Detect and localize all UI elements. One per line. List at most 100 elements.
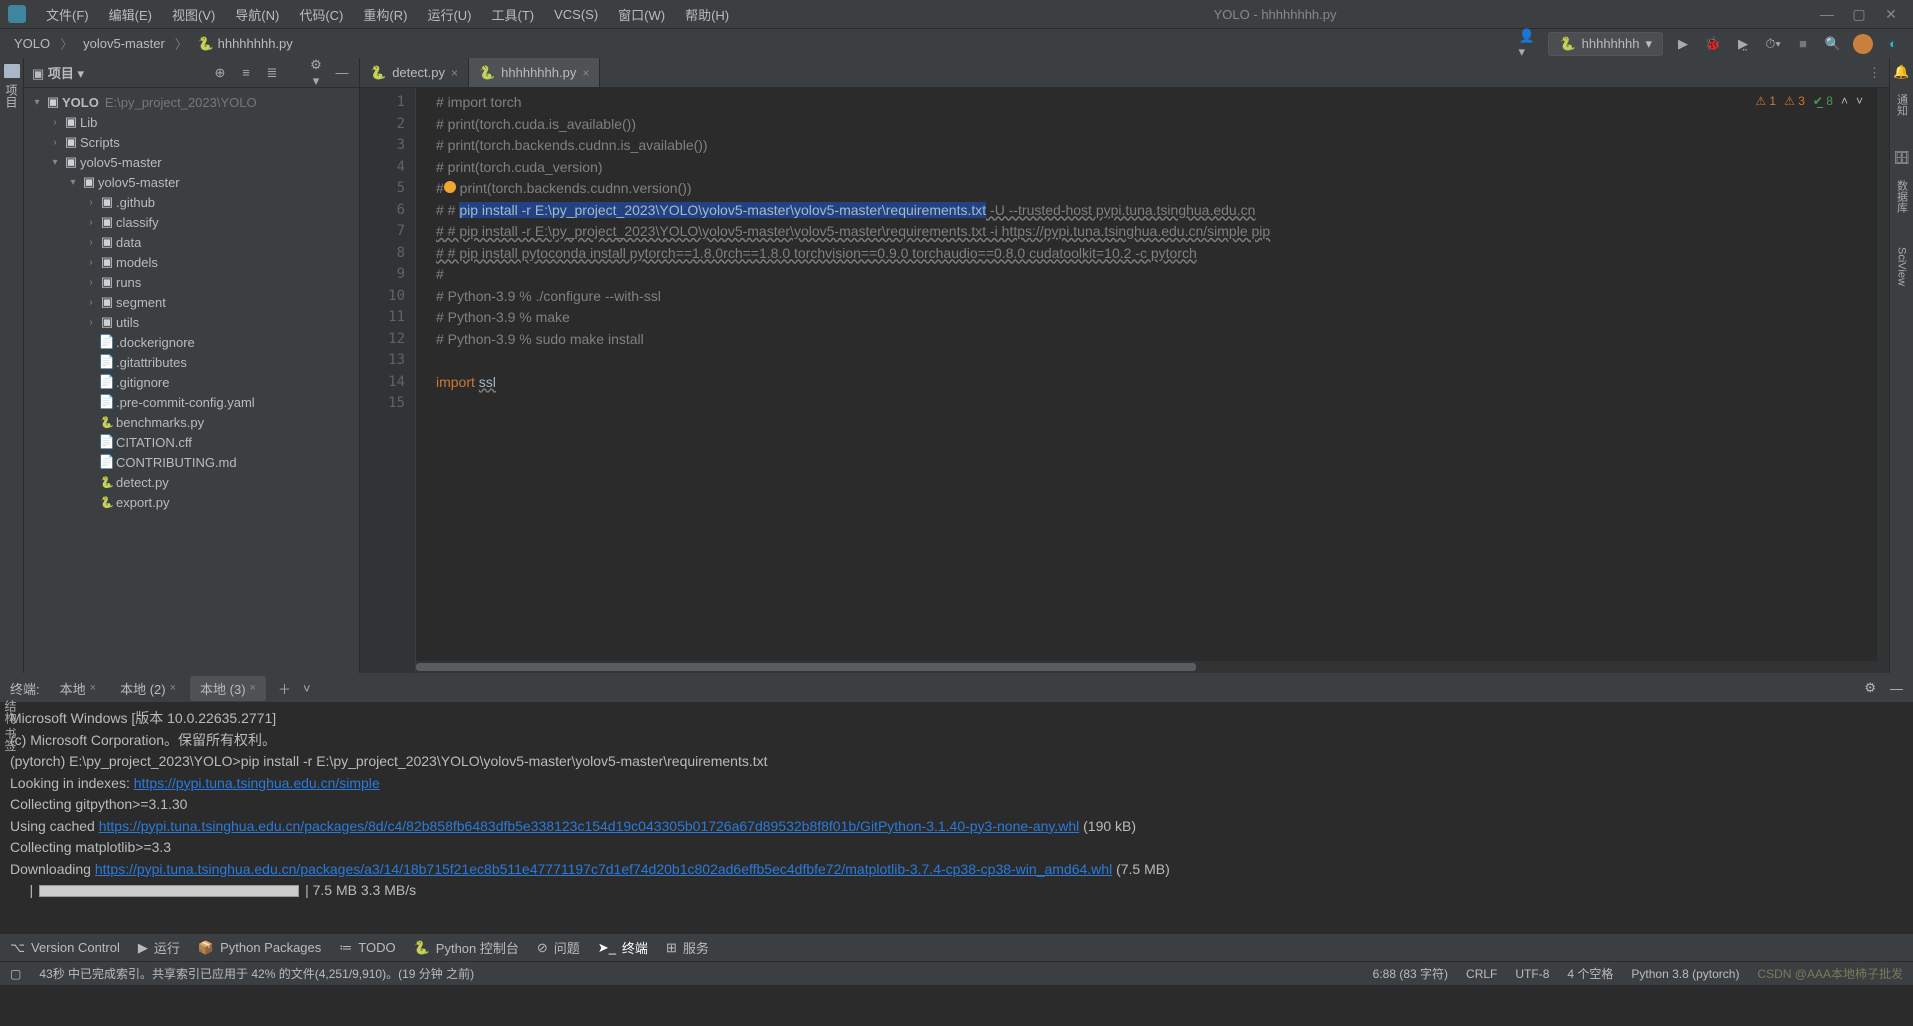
tab-hhhhhhhh[interactable]: 🐍 hhhhhhhh.py × [469,58,600,87]
settings-icon[interactable]: ⚙ ▾ [307,57,325,89]
tree-item[interactable]: 🐍benchmarks.py [24,412,359,432]
notifications-label[interactable]: 通知 [1894,94,1910,116]
project-tool-icon[interactable] [4,64,20,78]
run-icon[interactable]: ▶ [1673,34,1693,54]
term-add-icon[interactable]: ＋ [278,679,291,698]
bt-todo[interactable]: ≔ TODO [339,940,395,956]
project-tree[interactable]: ▾▣ YOLO E:\py_project_2023\YOLO ›▣Lib›▣S… [24,88,359,673]
term-tab-2[interactable]: 本地 (3)× [190,676,266,701]
inspection-indicators[interactable]: ⚠ 1 ⚠ 3 ✔̲ 8 ˄˅ [1755,94,1863,108]
tab-menu-icon[interactable]: ⋮ [1868,65,1881,81]
project-pane: ▣ 项目 ▾ ⊕ ≡ ≣ ⚙ ▾ — ▾▣ YOLO E:\py_project… [24,58,360,673]
bc-root[interactable]: YOLO [10,34,54,53]
indent-status[interactable]: 4 个空格 [1567,965,1613,982]
term-tab-1[interactable]: 本地 (2)× [110,676,186,701]
code-with-me-icon[interactable]: ◐ [1883,34,1903,54]
tree-item[interactable]: 📄.gitattributes [24,352,359,372]
tree-item[interactable]: ▾▣yolov5-master [24,152,359,172]
tree-item[interactable]: 🐍export.py [24,492,359,512]
editor-tabs: 🐍 detect.py × 🐍 hhhhhhhh.py × ⋮ [360,58,1889,88]
profile-icon[interactable]: ⏱▾ [1763,34,1783,54]
user-icon[interactable]: 👤▾ [1518,34,1538,54]
tool-window-toggle-icon[interactable]: ▢ [10,967,21,981]
menu-refactor[interactable]: 重构(R) [355,2,415,27]
tree-item[interactable]: ›▣data [24,232,359,252]
tree-item[interactable]: ›▣.github [24,192,359,212]
tree-item[interactable]: ›▣segment [24,292,359,312]
menu-edit[interactable]: 编辑(E) [101,2,160,27]
bt-python-packages[interactable]: 📦 Python Packages [198,940,321,956]
avatar[interactable] [1853,34,1873,54]
code-editor[interactable]: # import torch # print(torch.cuda.is_ava… [416,88,1877,673]
tree-item[interactable]: 📄.dockerignore [24,332,359,352]
title-bar: 文件(F) 编辑(E) 视图(V) 导航(N) 代码(C) 重构(R) 运行(U… [0,0,1913,28]
menu-view[interactable]: 视图(V) [164,2,223,27]
notifications-icon[interactable]: 🔔 [1893,64,1909,80]
stop-icon[interactable]: ■ [1793,34,1813,54]
line-separator[interactable]: CRLF [1466,967,1497,981]
database-label[interactable]: 数据库 [1894,180,1910,213]
editor-scroll-strip[interactable] [1877,88,1889,673]
window-title: YOLO - hhhhhhhh.py [741,7,1809,22]
minimize-icon[interactable]: — [1813,6,1841,22]
hide-icon[interactable]: — [333,65,351,80]
bt-problems[interactable]: ⊘ 问题 [537,938,580,957]
menu-tools[interactable]: 工具(T) [483,2,542,27]
tab-close-icon[interactable]: × [451,66,458,80]
bottom-tool-bar: ⌥ Version Control ▶ 运行 📦 Python Packages… [0,933,1913,961]
tree-item[interactable]: 📄.pre-commit-config.yaml [24,392,359,412]
run-config-selector[interactable]: 🐍 hhhhhhhh ▾ [1548,32,1663,56]
menu-vcs[interactable]: VCS(S) [546,4,606,25]
expand-icon[interactable]: ≡ [237,65,255,80]
menu-code[interactable]: 代码(C) [291,2,351,27]
search-icon[interactable]: 🔍 [1823,34,1843,54]
term-settings-icon[interactable]: ⚙ [1864,680,1876,696]
maximize-icon[interactable]: ▢ [1845,6,1873,23]
bt-terminal[interactable]: ➤_ 终端 [598,938,648,957]
menu-navigate[interactable]: 导航(N) [227,2,287,27]
tree-item[interactable]: 📄.gitignore [24,372,359,392]
locate-icon[interactable]: ⊕ [211,65,229,81]
close-icon[interactable]: ✕ [1877,6,1905,23]
term-dropdown-icon[interactable]: ˅ [303,681,311,696]
tree-item[interactable]: ▾▣yolov5-master [24,172,359,192]
collapse-icon[interactable]: ≣ [263,65,281,81]
terminal-body[interactable]: Microsoft Windows [版本 10.0.22635.2771](c… [0,702,1913,933]
menu-window[interactable]: 窗口(W) [610,2,673,27]
tree-item[interactable]: ›▣Lib [24,112,359,132]
term-tab-0[interactable]: 本地× [50,676,106,701]
interpreter-status[interactable]: Python 3.8 (pytorch) [1631,967,1739,981]
tree-item[interactable]: 🐍detect.py [24,472,359,492]
line-gutter[interactable]: 123456789101112131415 [360,88,416,673]
caret-position[interactable]: 6:88 (83 字符) [1373,965,1448,982]
bt-services[interactable]: ⊞ 服务 [666,938,709,957]
bc-1[interactable]: yolov5-master [79,34,169,53]
tab-close-icon[interactable]: × [582,66,589,80]
tree-item[interactable]: ›▣classify [24,212,359,232]
database-icon[interactable]: 🗄 [1893,150,1910,166]
sciview-label[interactable]: SciView [1896,247,1908,286]
menu-run[interactable]: 运行(U) [419,2,479,27]
tree-item[interactable]: ›▣runs [24,272,359,292]
bt-vcs[interactable]: ⌥ Version Control [10,940,120,956]
file-encoding[interactable]: UTF-8 [1515,967,1549,981]
bt-python-console[interactable]: 🐍 Python 控制台 [414,938,519,957]
pane-title: ▣ 项目 ▾ [32,63,84,82]
bc-2[interactable]: 🐍 hhhhhhhh.py [194,34,297,54]
tree-item[interactable]: 📄CITATION.cff [24,432,359,452]
tree-item[interactable]: ›▣Scripts [24,132,359,152]
structure-tool-label[interactable]: 结构 书签 [2,700,19,751]
menu-help[interactable]: 帮助(H) [677,2,737,27]
tab-detect[interactable]: 🐍 detect.py × [360,58,469,87]
h-scrollbar[interactable] [416,661,1877,673]
indexing-status: 43秒 中已完成索引。共享索引已应用于 42% 的文件(4,251/9,910)… [39,965,474,982]
bt-run[interactable]: ▶ 运行 [138,938,180,957]
tree-item[interactable]: ›▣models [24,252,359,272]
project-tool-label[interactable]: 项目 [3,84,20,108]
coverage-icon[interactable]: ▶̤ [1733,34,1753,54]
menu-file[interactable]: 文件(F) [38,2,97,27]
term-hide-icon[interactable]: — [1890,681,1903,696]
tree-item[interactable]: ›▣utils [24,312,359,332]
debug-icon[interactable]: 🐞 [1703,34,1723,54]
tree-item[interactable]: 📄CONTRIBUTING.md [24,452,359,472]
